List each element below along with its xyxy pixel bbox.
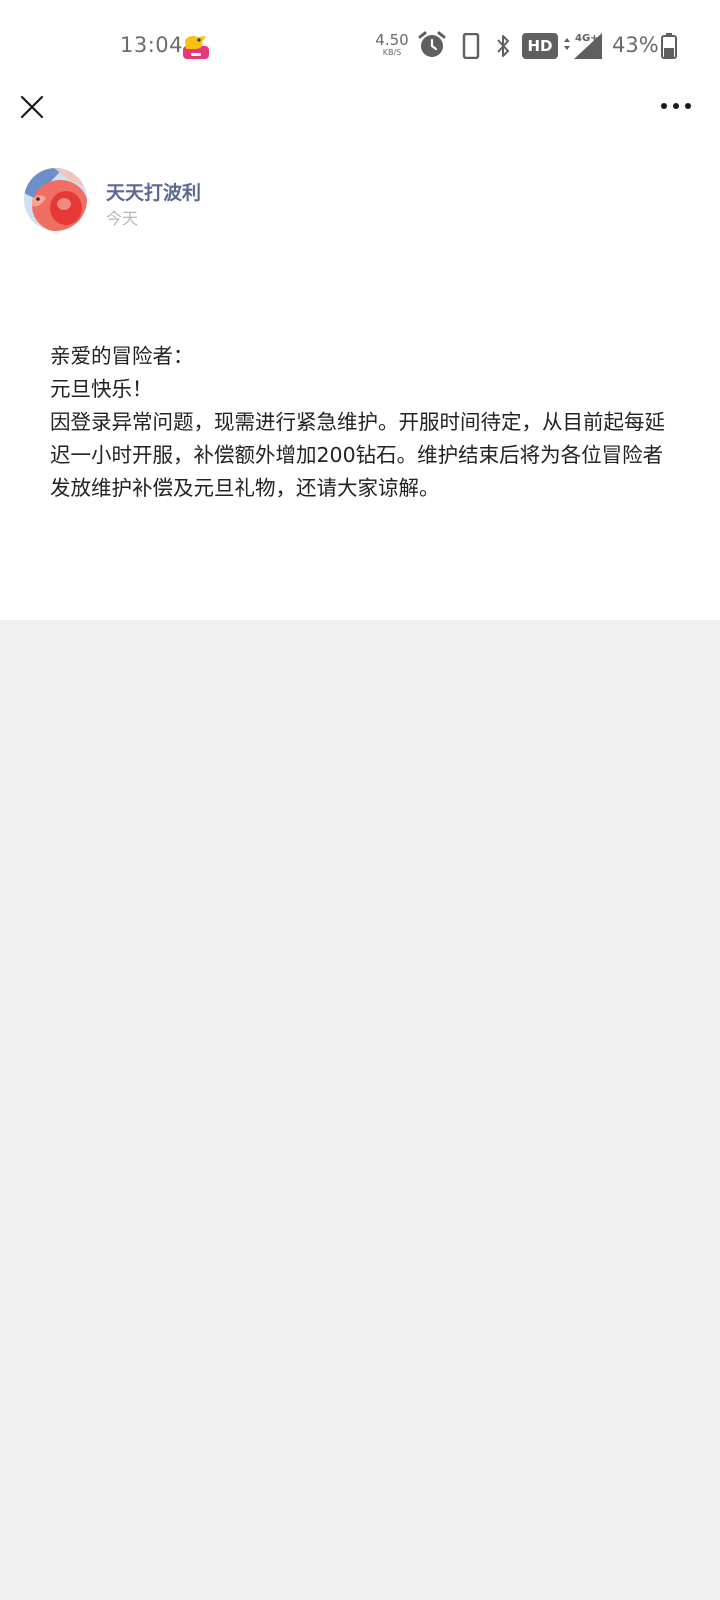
status-time: 13:04 (120, 33, 184, 57)
close-icon (20, 95, 44, 119)
network-speed-value: 4.50 (375, 31, 409, 49)
avatar-image (24, 168, 87, 231)
signal-icon: 4G+ (564, 33, 602, 59)
bluetooth-icon (497, 35, 509, 57)
alarm-icon (418, 31, 446, 57)
author-name[interactable]: 天天打波利 (106, 178, 201, 205)
network-type: 4G+ (575, 33, 599, 44)
status-bar: 13:04 4.50 KB/S HD 4G+ 43% (0, 0, 720, 90)
battery-percent: 43% (612, 33, 659, 57)
more-icon (661, 103, 691, 109)
post-time: 今天 (106, 209, 139, 228)
battery-icon (661, 33, 677, 59)
hd-badge: HD (522, 33, 558, 59)
more-button[interactable] (656, 96, 696, 116)
author-avatar[interactable] (24, 168, 87, 231)
network-speed-unit: KB/S (382, 48, 402, 57)
message-greeting: 亲爱的冒险者： (50, 344, 194, 368)
message-wish: 元旦快乐！ (50, 377, 153, 401)
post-card: 13:04 4.50 KB/S HD 4G+ 43% 天天打波利 今天 亲爱的冒… (0, 0, 720, 620)
close-button[interactable] (14, 88, 50, 124)
message-body: 亲爱的冒险者： 元旦快乐！ 因登录异常问题，现需进行紧急维护。开服时间待定，从目… (50, 340, 670, 505)
message-content: 因登录异常问题，现需进行紧急维护。开服时间待定，从目前起每延迟一小时开服，补偿额… (50, 410, 665, 500)
network-speed: 4.50 KB/S (372, 33, 412, 57)
phone-icon (462, 33, 480, 59)
battery-fill (664, 48, 674, 57)
app-notification-icon (183, 36, 209, 59)
